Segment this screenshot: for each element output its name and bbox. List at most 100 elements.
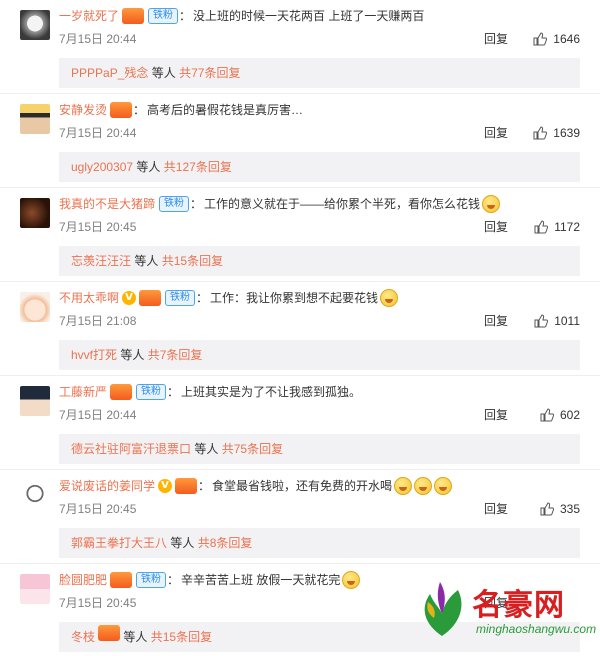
- sub-reply-count: 15: [162, 630, 177, 644]
- colon-separator: ：: [167, 573, 180, 587]
- comment-meta: 7月15日 20:44 回复 1646: [59, 28, 580, 50]
- comment-meta: 7月15日 21:08 回复 1011: [59, 310, 580, 332]
- sub-reply-prefix: 共: [161, 254, 174, 268]
- comment-meta: 7月15日 20:45 回复 335: [59, 498, 580, 520]
- comment-item: 一岁就死了 铁粉：没上班的时候一天花两百 上班了一天赚两百 7月15日 20:44 回…: [0, 0, 600, 94]
- comment-body: 我真的不是大猪蹄 铁粉：工作的意义就在于——给你累个半死，看你怎么花钱 7月15日 …: [59, 192, 580, 238]
- sub-replies-link[interactable]: PPPPaP_残念 等人 共77条回复: [59, 58, 580, 88]
- comment-meta: 7月15日 20:44 回复 602: [59, 404, 580, 426]
- like-button[interactable]: 1639: [533, 122, 580, 144]
- sub-reply-user: 郭霸王拳打大王八: [71, 536, 168, 550]
- sub-reply-suffix: 条回复: [216, 536, 253, 550]
- sub-reply-suffix: 条回复: [176, 630, 213, 644]
- reply-button[interactable]: 回复: [484, 310, 508, 332]
- sub-reply-etc: 等人: [136, 160, 161, 174]
- reply-button[interactable]: 回复: [484, 404, 508, 426]
- avatar[interactable]: [20, 480, 50, 510]
- sub-reply-etc: 等人: [170, 536, 195, 550]
- avatar[interactable]: [20, 198, 50, 228]
- comment-text: 没上班的时候一天花两百 上班了一天赚两百: [193, 9, 425, 23]
- username-link[interactable]: 一岁就死了: [59, 4, 119, 28]
- avatar[interactable]: [20, 292, 50, 322]
- verified-badge-icon: V: [122, 291, 137, 305]
- like-button[interactable]: 335: [540, 498, 580, 520]
- watermark-logo-icon: [424, 582, 462, 636]
- comment-text: 辛辛苦苦上班 放假一天就花完: [181, 573, 341, 587]
- username-link[interactable]: 工藤新严: [59, 380, 107, 404]
- timestamp: 7月15日 21:08: [59, 314, 137, 328]
- like-count: 1172: [554, 220, 580, 234]
- comment-text: 上班其实是为了不让我感到孤独。: [181, 385, 362, 399]
- emoji-icon: [342, 571, 361, 589]
- level-badge-icon: [110, 384, 133, 400]
- sub-replies-link[interactable]: 忘羡汪汪汪 等人 共15条回复: [59, 246, 580, 276]
- reply-button[interactable]: 回复: [484, 28, 508, 50]
- reply-button[interactable]: 回复: [484, 216, 508, 238]
- like-count: 1011: [554, 314, 580, 328]
- sub-reply-prefix: 共: [150, 630, 163, 644]
- verified-badge-icon: V: [158, 479, 173, 493]
- sub-reply-user: 德云社驻阿富汗退票口: [71, 442, 192, 456]
- sub-reply-suffix: 条回复: [166, 348, 203, 362]
- sub-reply-etc: 等人: [123, 630, 148, 644]
- sub-reply-count: 15: [173, 254, 188, 268]
- comment-line: 爱说废话的姜同学 V ：食堂最省钱啦，还有免费的开水喝: [59, 474, 580, 498]
- thumbs-up-icon: [534, 220, 549, 234]
- sub-replies-link[interactable]: hvvf打死 等人 共7条回复: [59, 340, 580, 370]
- timestamp: 7月15日 20:45: [59, 220, 137, 234]
- like-count: 602: [559, 408, 580, 422]
- avatar[interactable]: [20, 574, 50, 604]
- sub-reply-etc: 等人: [194, 442, 219, 456]
- like-count: 1646: [553, 32, 580, 46]
- level-badge-icon: [139, 290, 162, 306]
- sub-reply-user: ugly200307: [71, 160, 134, 174]
- like-button[interactable]: 1646: [533, 28, 580, 50]
- colon-separator: ：: [190, 197, 203, 211]
- comment-body: 一岁就死了 铁粉：没上班的时候一天花两百 上班了一天赚两百 7月15日 20:44 回…: [59, 4, 580, 50]
- like-button[interactable]: 1011: [534, 310, 580, 332]
- sub-reply-prefix: 共: [221, 442, 234, 456]
- comment-list: 一岁就死了 铁粉：没上班的时候一天花两百 上班了一天赚两百 7月15日 20:44 回…: [0, 0, 600, 656]
- sub-replies-link[interactable]: 郭霸王拳打大王八 等人 共8条回复: [59, 528, 580, 558]
- username-link[interactable]: 安静发烫: [59, 98, 107, 122]
- colon-separator: ：: [179, 9, 192, 23]
- emoji-icon: [434, 477, 453, 495]
- username-link[interactable]: 爱说废话的姜同学: [59, 474, 155, 498]
- comment-body: 不用太乖啊 V 铁粉：工作：我让你累到想不起要花钱 7月15日 21:08 回复 1011: [59, 286, 580, 332]
- emoji-icon: [380, 289, 399, 307]
- sub-reply-suffix: 条回复: [187, 254, 224, 268]
- thumbs-up-icon: [533, 32, 548, 46]
- timestamp: 7月15日 20:45: [59, 502, 137, 516]
- like-count: 1639: [553, 126, 580, 140]
- comment-line: 安静发烫 ：高考后的暑假花钱是真厉害…: [59, 98, 580, 122]
- username-link[interactable]: 不用太乖啊: [59, 286, 119, 310]
- comment-meta: 7月15日 20:45 回复 1172: [59, 216, 580, 238]
- username-link[interactable]: 脸圆肥肥: [59, 568, 107, 592]
- like-button[interactable]: 602: [540, 404, 580, 426]
- comment-text: 高考后的暑假花钱是真厉害…: [147, 103, 304, 117]
- watermark: 名豪网 minghaoshangwu.com: [414, 574, 597, 650]
- comment-body: 安静发烫 ：高考后的暑假花钱是真厉害… 7月15日 20:44 回复 1639: [59, 98, 580, 144]
- comment-line: 一岁就死了 铁粉：没上班的时候一天花两百 上班了一天赚两百: [59, 4, 580, 28]
- comment-item: 工藤新严 铁粉：上班其实是为了不让我感到孤独。 7月15日 20:44 回复 602 德云…: [0, 376, 600, 470]
- sub-reply-prefix: 共: [147, 348, 160, 362]
- like-button[interactable]: 1172: [534, 216, 580, 238]
- avatar[interactable]: [20, 386, 50, 416]
- watermark-url: minghaoshangwu.com: [476, 622, 597, 636]
- fan-badge: 铁粉: [159, 196, 190, 212]
- sub-replies-link[interactable]: ugly200307 等人 共127条回复: [59, 152, 580, 182]
- comment-text: 工作：我让你累到想不起要花钱: [210, 291, 379, 305]
- reply-button[interactable]: 回复: [484, 122, 508, 144]
- avatar[interactable]: [20, 10, 50, 40]
- comment-body: 爱说废话的姜同学 V ：食堂最省钱啦，还有免费的开水喝 7月15日 20:45 回复 33…: [59, 474, 580, 520]
- reply-button[interactable]: 回复: [484, 498, 508, 520]
- comment-text: 工作的意义就在于——给你累个半死，看你怎么花钱: [204, 197, 481, 211]
- level-badge-icon: [110, 102, 133, 118]
- username-link[interactable]: 我真的不是大猪蹄: [59, 192, 155, 216]
- avatar[interactable]: [20, 104, 50, 134]
- sub-replies-link[interactable]: 德云社驻阿富汗退票口 等人 共75条回复: [59, 434, 580, 464]
- comment-text: 食堂最省钱啦，还有免费的开水喝: [212, 479, 393, 493]
- emoji-icon: [414, 477, 433, 495]
- timestamp: 7月15日 20:44: [59, 408, 137, 422]
- sub-reply-suffix: 条回复: [247, 442, 284, 456]
